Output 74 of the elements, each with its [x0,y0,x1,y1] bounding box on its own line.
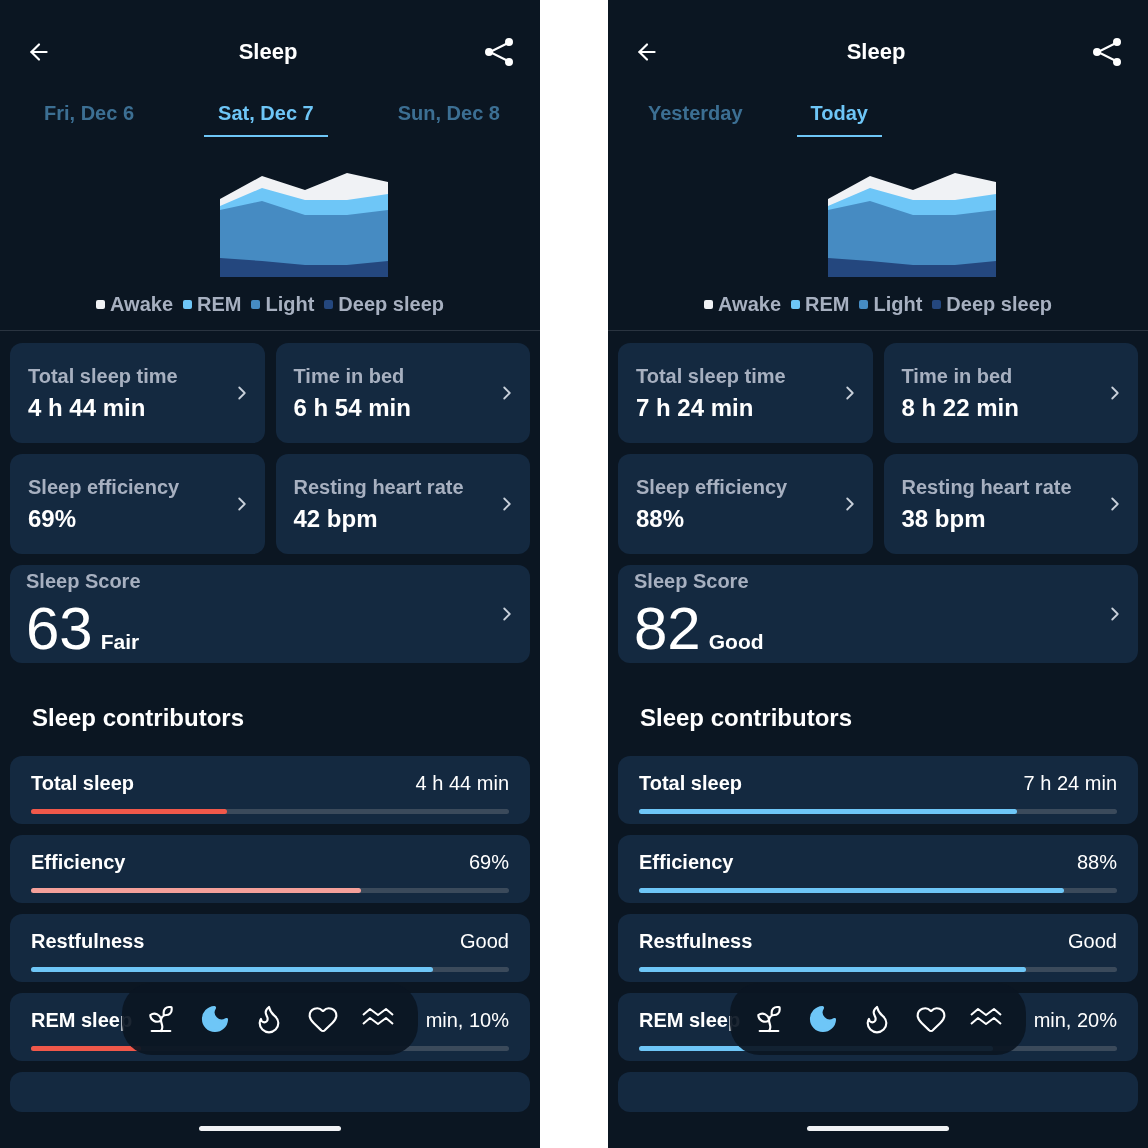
contributor-value: 4 h 44 min [415,772,509,795]
screen-title: Sleep [238,39,298,65]
stat-value: 42 bpm [293,504,379,533]
stat-label: Resting heart rate [901,475,1072,499]
stat-label: Resting heart rate [293,475,464,499]
contributor-name: REM sleep [639,1009,741,1032]
legend-label: REM [197,293,242,316]
score-value: 63 [26,598,93,659]
nav-button[interactable] [807,1003,839,1035]
share-button[interactable] [1092,37,1122,67]
stat-value: 8 h 22 min [901,393,1019,422]
contributor-card[interactable]: Restfulness Good [618,914,1138,982]
section-title: Sleep contributors [32,704,246,732]
moon-icon [199,1003,231,1035]
contributor-card[interactable]: Restfulness Good [10,914,530,982]
stat-card[interactable]: Sleep efficiency 69% [10,454,265,554]
date-tab[interactable]: Sat, Dec 7 [204,98,328,137]
moon-icon [807,1003,839,1035]
contributor-name: Efficiency [639,851,734,874]
legend-label: REM [805,293,850,316]
score-rating: Good [708,629,764,654]
contributor-value: min, 20% [1033,1009,1117,1032]
contributor-name: Total sleep [31,772,134,795]
contributor-card[interactable]: Efficiency 88% [618,835,1138,903]
contributor-card[interactable]: Efficiency 69% [10,835,530,903]
legend-label: Deep sleep [946,293,1052,316]
legend-label: Light [265,293,315,316]
contributor-value: 69% [468,851,509,874]
stat-card[interactable]: Sleep efficiency 88% [618,454,873,554]
stat-card[interactable]: Time in bed 6 h 54 min [275,343,530,443]
stat-card[interactable]: Resting heart rate 42 bpm [275,454,530,554]
legend-label: Deep sleep [338,293,444,316]
score-label: Sleep Score [26,569,141,593]
legend-label: Awake [718,293,782,316]
share-button[interactable] [484,37,514,67]
score-card[interactable]: Sleep Score 63 Fair [10,565,530,663]
stat-card[interactable]: Total sleep time 7 h 24 min [618,343,873,443]
score-rating: Fair [100,629,140,654]
stat-value: 6 h 54 min [293,393,411,422]
stat-value: 69% [28,504,78,533]
score-card[interactable]: Sleep Score 82 Good [618,565,1138,663]
stat-label: Total sleep time [636,364,786,388]
contributor-value: Good [1068,930,1117,953]
stat-value: 4 h 44 min [28,393,147,422]
date-tab[interactable]: Today [796,98,882,137]
contributor-card[interactable]: Total sleep 7 h 24 min [618,756,1138,824]
contributor-name: Restfulness [639,930,753,953]
contributor-name: Restfulness [31,930,145,953]
section-title: Sleep contributors [640,704,854,732]
stat-card[interactable]: Total sleep time 4 h 44 min [10,343,265,443]
stat-label: Sleep efficiency [28,475,180,499]
stat-card[interactable]: Resting heart rate 38 bpm [883,454,1138,554]
stat-label: Time in bed [901,364,1014,388]
stat-card[interactable]: Time in bed 8 h 22 min [883,343,1138,443]
contributor-value: 88% [1076,851,1117,874]
contributor-value: min, 10% [425,1009,509,1032]
contributor-card[interactable]: Total sleep 4 h 44 min [10,756,530,824]
stat-label: Total sleep time [28,364,178,388]
legend-label: Light [873,293,923,316]
contributor-value: Good [460,930,509,953]
contributor-name: Efficiency [31,851,126,874]
nav-button[interactable] [199,1003,231,1035]
stat-label: Sleep efficiency [636,475,788,499]
contributor-name: REM sleep [31,1009,133,1032]
stat-value: 38 bpm [901,504,987,533]
legend-label: Awake [110,293,174,316]
stat-value: 88% [636,504,686,533]
score-label: Sleep Score [634,569,750,593]
contributor-name: Total sleep [639,772,742,795]
stat-value: 7 h 24 min [636,393,755,422]
contributor-value: 7 h 24 min [1023,772,1117,795]
score-value: 82 [634,598,701,659]
stat-label: Time in bed [293,364,406,388]
screen-title: Sleep [846,39,906,65]
